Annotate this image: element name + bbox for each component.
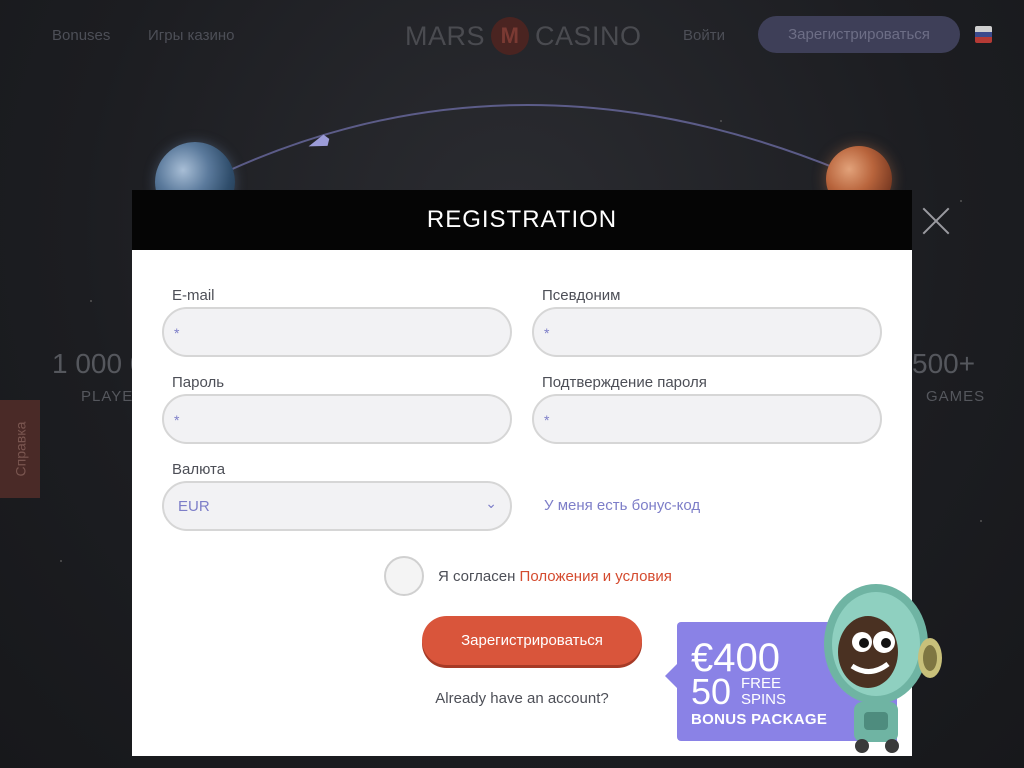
games-stat: 500+ GAMES — [912, 348, 985, 405]
password-field[interactable]: * — [162, 394, 512, 444]
help-tab[interactable]: Справка — [0, 400, 40, 498]
confirm-password-placeholder: * — [544, 412, 550, 428]
nickname-label: Псевдоним — [542, 287, 621, 304]
top-navigation: Bonuses Игры казино MARS M CASINO Войти … — [0, 0, 1024, 68]
nav-casino-games[interactable]: Игры казино — [148, 27, 235, 44]
confirm-password-field[interactable]: * — [532, 394, 882, 444]
register-submit-button[interactable]: Зарегистрироваться — [422, 616, 642, 665]
currency-value: EUR — [178, 498, 210, 515]
bonus-free-label: FREE — [741, 675, 782, 692]
mars-casino-logo[interactable]: MARS M CASINO — [405, 16, 642, 56]
logo-text-left: MARS — [405, 20, 486, 51]
login-link[interactable]: Войти — [683, 27, 725, 44]
close-icon[interactable] — [920, 205, 952, 237]
confirm-password-label: Подтверждение пароля — [542, 374, 707, 391]
astronaut-mascot — [824, 584, 942, 753]
register-top-button[interactable]: Зарегистрироваться — [758, 16, 960, 53]
flag-ru-icon[interactable] — [975, 26, 992, 43]
terms-link[interactable]: Положения и условия — [520, 568, 672, 585]
nav-bonuses[interactable]: Bonuses — [52, 27, 110, 44]
password-label: Пароль — [172, 374, 225, 391]
bonus-code-link[interactable]: У меня есть бонус-код — [544, 497, 700, 514]
help-tab-label: Справка — [12, 421, 29, 477]
currency-label: Валюта — [172, 461, 226, 478]
nickname-placeholder: * — [544, 325, 550, 341]
modal-title: REGISTRATION — [426, 206, 618, 233]
terms-text: Я согласен Положения и условия — [438, 568, 672, 585]
logo-text-right: CASINO — [535, 20, 642, 51]
bonus-spins-number: 50 — [691, 671, 732, 712]
logo-m-icon: M — [491, 17, 530, 55]
email-label: E-mail — [172, 287, 215, 304]
games-number: 500+ — [912, 348, 976, 379]
email-placeholder: * — [174, 325, 180, 341]
email-field[interactable]: * — [162, 307, 512, 357]
terms-checkbox[interactable] — [384, 556, 424, 596]
games-label: GAMES — [926, 388, 986, 405]
badge-notch — [665, 664, 677, 688]
modal-header: REGISTRATION — [132, 190, 912, 250]
terms-agree-label: Я согласен — [438, 568, 516, 585]
password-placeholder: * — [174, 412, 180, 428]
nickname-field[interactable]: * — [532, 307, 882, 357]
chevron-down-icon: ⌄ — [485, 495, 497, 511]
bonus-package-label: BONUS PACKAGE — [691, 711, 828, 728]
registration-modal: REGISTRATION E-mail * Псевдоним * Пароль… — [132, 190, 912, 756]
bonus-spins-label: SPINS — [741, 691, 787, 708]
currency-select[interactable]: EUR ⌄ — [162, 481, 512, 531]
